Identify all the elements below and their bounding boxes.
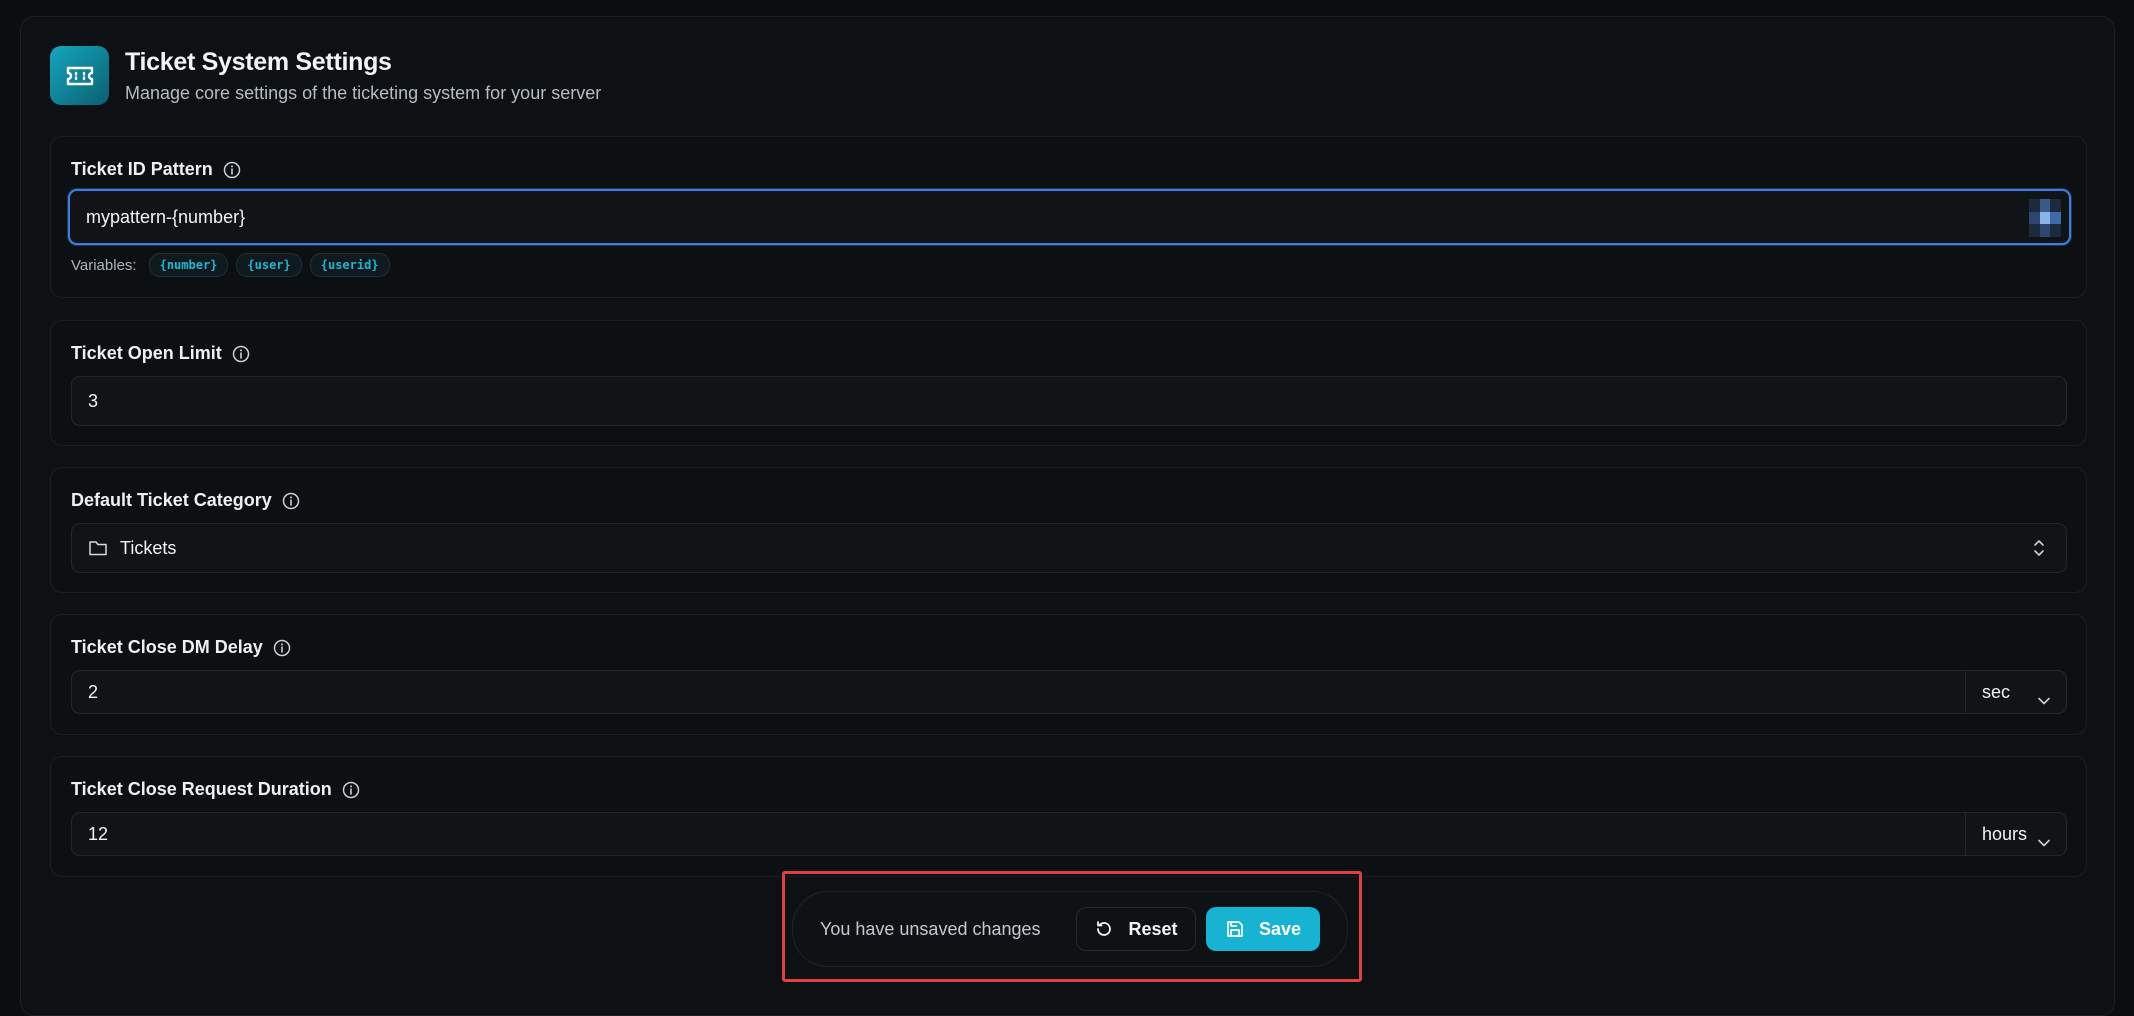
chevron-down-icon bbox=[2038, 689, 2050, 710]
variables-label: Variables: bbox=[71, 256, 137, 274]
close-request-duration-label: Ticket Close Request Duration bbox=[71, 779, 332, 799]
default-category-card: Default Ticket Category Tickets bbox=[50, 467, 2087, 593]
ticket-open-limit-value: 3 bbox=[88, 390, 99, 411]
reset-label: Reset bbox=[1128, 918, 1178, 939]
ticket-id-pattern-label: Ticket ID Pattern bbox=[71, 159, 213, 179]
ticket-id-pattern-card: Ticket ID Pattern mypattern-{number} Var… bbox=[50, 136, 2087, 298]
variables-row: Variables: {number} {user} {userid} bbox=[71, 253, 398, 277]
folder-icon bbox=[88, 539, 108, 557]
variable-chip-number[interactable]: {number} bbox=[148, 253, 229, 277]
close-request-duration-card: Ticket Close Request Duration 12 hours bbox=[50, 756, 2087, 877]
info-icon[interactable] bbox=[232, 345, 250, 363]
ticket-open-limit-label: Ticket Open Limit bbox=[71, 343, 222, 363]
unsaved-changes-bar: You have unsaved changes Reset Save bbox=[792, 891, 1348, 967]
close-dm-delay-input[interactable]: 2 sec bbox=[71, 670, 2067, 714]
close-request-duration-unit: hours bbox=[1982, 823, 2028, 844]
info-icon[interactable] bbox=[223, 161, 241, 179]
close-dm-delay-unit-select[interactable]: sec bbox=[1965, 671, 2066, 713]
ticket-open-limit-card: Ticket Open Limit 3 bbox=[50, 320, 2087, 446]
info-icon[interactable] bbox=[273, 639, 291, 657]
ticket-icon bbox=[50, 46, 109, 105]
reset-button[interactable]: Reset bbox=[1076, 907, 1196, 951]
variable-chip-user[interactable]: {user} bbox=[236, 253, 302, 277]
close-request-duration-input[interactable]: 12 hours bbox=[71, 812, 2067, 856]
close-request-duration-value: 12 bbox=[88, 823, 109, 844]
ticket-id-pattern-value: mypattern-{number} bbox=[86, 206, 246, 227]
page-subtitle: Manage core settings of the ticketing sy… bbox=[125, 82, 602, 103]
close-dm-delay-label: Ticket Close DM Delay bbox=[71, 637, 263, 657]
save-label: Save bbox=[1258, 918, 1302, 939]
unsaved-changes-text: You have unsaved changes bbox=[820, 918, 1041, 939]
default-category-label: Default Ticket Category bbox=[71, 490, 272, 510]
chevron-up-down-icon bbox=[2032, 538, 2046, 563]
info-icon[interactable] bbox=[282, 492, 300, 510]
default-category-value: Tickets bbox=[120, 537, 177, 558]
reset-icon bbox=[1094, 919, 1114, 939]
chevron-down-icon bbox=[2038, 831, 2050, 852]
page-header: Ticket System Settings Manage core setti… bbox=[50, 46, 601, 105]
close-dm-delay-unit: sec bbox=[1982, 681, 2011, 702]
page-title: Ticket System Settings bbox=[125, 47, 392, 76]
save-button[interactable]: Save bbox=[1206, 907, 1320, 951]
save-icon bbox=[1225, 919, 1245, 939]
password-manager-icon[interactable] bbox=[2029, 199, 2061, 237]
variable-chip-userid[interactable]: {userid} bbox=[309, 253, 390, 277]
default-category-select[interactable]: Tickets bbox=[71, 523, 2067, 573]
close-dm-delay-value: 2 bbox=[88, 681, 99, 702]
close-request-duration-unit-select[interactable]: hours bbox=[1965, 813, 2066, 855]
info-icon[interactable] bbox=[342, 781, 360, 799]
close-dm-delay-card: Ticket Close DM Delay 2 sec bbox=[50, 614, 2087, 735]
ticket-id-pattern-input[interactable]: mypattern-{number} bbox=[68, 189, 2071, 245]
ticket-open-limit-input[interactable]: 3 bbox=[71, 376, 2067, 426]
